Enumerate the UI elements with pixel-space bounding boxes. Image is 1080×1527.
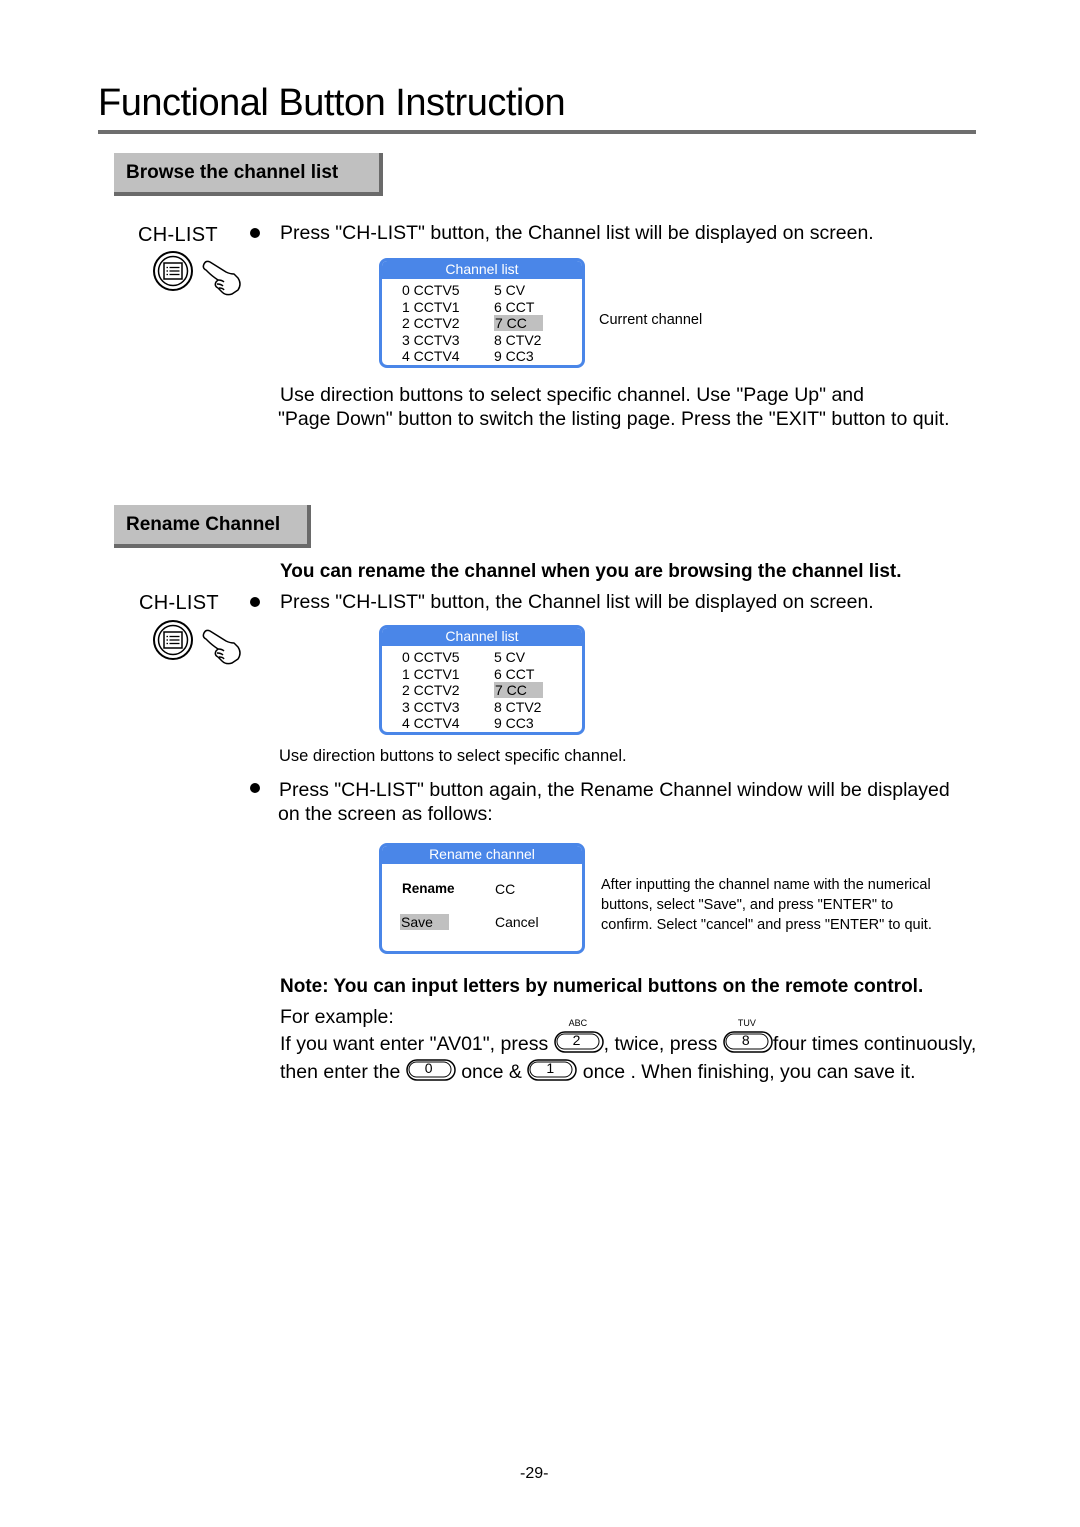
rename-instruction1: Press "CH-LIST" button, the Channel list… — [280, 591, 874, 613]
channel-item[interactable]: 0 CCTV5 — [402, 649, 460, 665]
channel-item[interactable]: 9 CC3 — [494, 348, 534, 364]
section-heading-rename: Rename Channel — [114, 505, 311, 548]
rename-field-label: Rename — [402, 881, 455, 896]
channel-item[interactable]: 9 CC3 — [494, 715, 534, 731]
channel-item-selected[interactable]: 7 CC — [494, 315, 543, 331]
input-letters-note: Note: You can input letters by numerical… — [280, 976, 924, 997]
key-digit: 2 — [572, 1031, 581, 1048]
channel-item[interactable]: 1 CCTV1 — [402, 666, 460, 682]
rename-intro: You can rename the channel when you are … — [280, 561, 902, 582]
ch-list-label: CH-LIST — [139, 592, 219, 614]
section-heading-browse: Browse the channel list — [114, 153, 383, 196]
bullet-point — [250, 228, 260, 238]
channel-item[interactable]: 3 CCTV3 — [402, 699, 460, 715]
channel-item[interactable]: 5 CV — [494, 282, 525, 298]
current-channel-note: Current channel — [599, 312, 703, 328]
pointing-hand-icon — [202, 629, 241, 665]
list-button-icon — [153, 620, 241, 665]
key-digit: 8 — [741, 1031, 750, 1048]
browse-description-line2: "Page Down" button to switch the listing… — [278, 408, 950, 430]
rename-instruction2-line1: Press "CH-LIST" button again, the Rename… — [279, 779, 950, 801]
pointing-hand-icon — [202, 260, 241, 296]
browse-description-line1: Use direction buttons to select specific… — [280, 384, 865, 406]
direction-note: Use direction buttons to select specific… — [279, 747, 627, 765]
example-text: once . When finishing, you can save it. — [582, 1061, 916, 1083]
channel-item[interactable]: 0 CCTV5 — [402, 282, 460, 298]
list-button-icon — [153, 251, 241, 296]
channel-item[interactable]: 4 CCTV4 — [402, 715, 460, 731]
channel-item[interactable]: 3 CCTV3 — [402, 332, 460, 348]
channel-grid: 0 CCTV5 1 CCTV1 2 CCTV2 3 CCTV3 4 CCTV4 5 CV 6… — [382, 646, 582, 732]
page-number: -29- — [520, 1465, 549, 1482]
rename-channel-osd: Rename channel Rename CC Save Cancel — [379, 843, 585, 954]
channel-item[interactable]: 2 CCTV2 — [402, 682, 460, 698]
example-line1: If you want enter "AV01", press ABC 2 , … — [280, 1018, 977, 1056]
rename-note-line2: buttons, select "Save", and press "ENTER… — [601, 897, 894, 913]
rename-instruction2-line2: on the screen as follows: — [278, 803, 493, 825]
save-option[interactable]: Save — [400, 914, 449, 930]
channel-item[interactable]: 4 CCTV4 — [402, 348, 460, 364]
bullet-point — [250, 597, 260, 607]
channel-item[interactable]: 5 CV — [494, 649, 525, 665]
cancel-option[interactable]: Cancel — [495, 914, 539, 930]
page-title: Functional Button Instruction — [98, 82, 566, 124]
title-divider — [98, 130, 976, 134]
browse-instruction: Press "CH-LIST" button, the Channel list… — [280, 222, 874, 244]
remote-key-1: 1 — [527, 1059, 578, 1081]
osd-title: Channel list — [382, 261, 582, 279]
channel-item[interactable]: 8 CTV2 — [494, 332, 541, 348]
example-text: four times continuously, — [772, 1033, 977, 1055]
rename-note-line3: confirm. Select "cancel" and press "ENTE… — [601, 917, 932, 933]
channel-list-osd: Channel list 0 CCTV5 1 CCTV1 2 CCTV2 3 CCTV… — [379, 258, 585, 368]
channel-item-selected[interactable]: 7 CC — [494, 682, 543, 698]
channel-list-osd: Channel list 0 CCTV5 1 CCTV1 2 CCTV2 3 CCTV… — [379, 625, 585, 735]
example-label: For example: — [280, 1006, 394, 1028]
osd-title: Rename channel — [382, 846, 582, 864]
remote-key-8: TUV 8 — [723, 1018, 773, 1053]
key-digit: 1 — [546, 1059, 555, 1076]
rename-field-value[interactable]: CC — [495, 881, 515, 897]
key-digit: 0 — [424, 1059, 433, 1076]
example-line2: then enter the 0 once & 1 once . When fi… — [280, 1059, 916, 1084]
channel-item[interactable]: 8 CTV2 — [494, 699, 541, 715]
example-text: , twice, press — [603, 1033, 718, 1055]
rename-note-line1: After inputting the channel name with th… — [601, 877, 931, 893]
example-text: If you want enter "AV01", press — [280, 1033, 549, 1055]
remote-key-2: ABC 2 — [553, 1018, 604, 1053]
example-text: once & — [461, 1061, 522, 1083]
example-text: then enter the — [280, 1061, 401, 1083]
bullet-point — [250, 783, 260, 793]
channel-item[interactable]: 6 CCT — [494, 299, 534, 315]
channel-item[interactable]: 2 CCTV2 — [402, 315, 460, 331]
channel-grid: 0 CCTV5 1 CCTV1 2 CCTV2 3 CCTV3 4 CCTV4 5 CV 6… — [382, 279, 582, 365]
key-letters: TUV — [737, 1017, 756, 1028]
key-letters: ABC — [568, 1017, 588, 1028]
osd-title: Channel list — [382, 628, 582, 646]
channel-item[interactable]: 1 CCTV1 — [402, 299, 460, 315]
channel-item[interactable]: 6 CCT — [494, 666, 534, 682]
remote-key-0: 0 — [406, 1059, 456, 1081]
ch-list-label: CH-LIST — [138, 224, 218, 246]
